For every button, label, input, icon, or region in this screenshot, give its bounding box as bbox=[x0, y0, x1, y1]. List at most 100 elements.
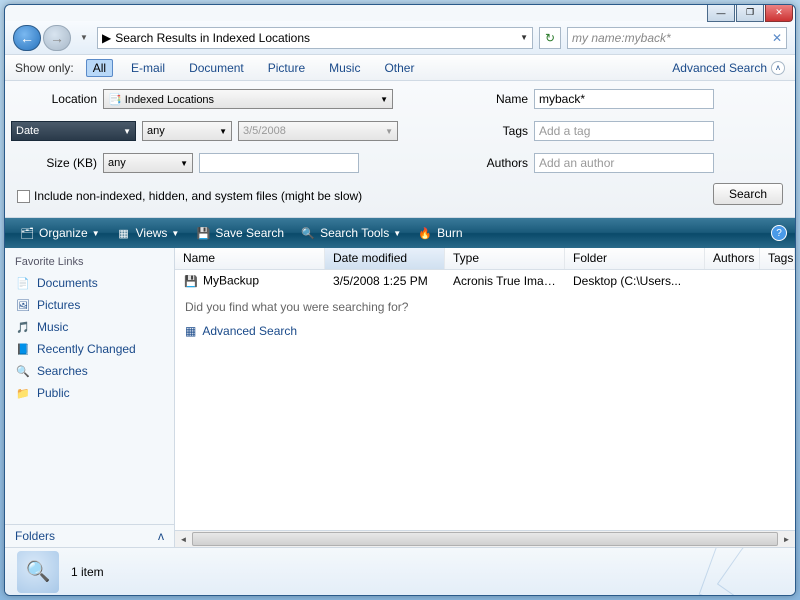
chevron-up-icon: ʌ bbox=[158, 529, 164, 543]
maximize-button[interactable]: ❐ bbox=[736, 4, 764, 22]
address-dropdown-icon[interactable]: ▼ bbox=[520, 33, 528, 42]
filter-tab-picture[interactable]: Picture bbox=[262, 60, 311, 76]
date-field-select[interactable]: Date▼ bbox=[11, 121, 136, 141]
history-dropdown-icon[interactable]: ▼ bbox=[77, 25, 91, 51]
filter-tab-document[interactable]: Document bbox=[183, 60, 250, 76]
filter-label: Show only: bbox=[15, 61, 74, 75]
cell-folder: Desktop (C:\Users... bbox=[565, 274, 705, 288]
column-header-date-modified[interactable]: Date modified bbox=[325, 248, 445, 269]
location-select[interactable]: 📑 Indexed Locations▼ bbox=[103, 89, 393, 109]
help-button[interactable]: ? bbox=[771, 225, 787, 241]
scroll-thumb[interactable] bbox=[192, 532, 778, 546]
tags-input[interactable]: Add a tag bbox=[534, 121, 714, 141]
column-header-tags[interactable]: Tags bbox=[760, 248, 795, 269]
minimize-button[interactable]: — bbox=[707, 4, 735, 22]
search-results-icon: 🔍 bbox=[17, 551, 59, 593]
include-hidden-label: Include non-indexed, hidden, and system … bbox=[34, 189, 362, 203]
burn-button[interactable]: 🔥Burn bbox=[411, 222, 468, 244]
include-hidden-checkbox[interactable] bbox=[17, 190, 30, 203]
name-label: Name bbox=[478, 92, 528, 106]
filter-tab-other[interactable]: Other bbox=[378, 60, 420, 76]
folder-icon: 🎵 bbox=[15, 319, 31, 335]
sidebar-link-label: Documents bbox=[37, 276, 98, 290]
forward-button[interactable]: → bbox=[43, 25, 71, 51]
organize-button[interactable]: 🗂Organize▼ bbox=[13, 222, 106, 244]
item-count: 1 item bbox=[71, 565, 104, 579]
navigation-bar: ← → ▼ ▶ Search Results in Indexed Locati… bbox=[5, 21, 795, 55]
sidebar-link-documents[interactable]: 📄 Documents bbox=[15, 272, 164, 294]
size-operator-select[interactable]: any▼ bbox=[103, 153, 193, 173]
cell-name: 💾MyBackup bbox=[175, 273, 325, 289]
sidebar: Favorite Links 📄 Documents 🖼 Pictures 🎵 Music… bbox=[5, 248, 175, 547]
column-header-folder[interactable]: Folder bbox=[565, 248, 705, 269]
sidebar-link-label: Pictures bbox=[37, 298, 80, 312]
authors-label: Authors bbox=[478, 156, 528, 170]
search-input-value: my name:myback* bbox=[572, 31, 671, 45]
breadcrumb-sep-icon: ▶ bbox=[102, 31, 111, 45]
column-header-name[interactable]: Name bbox=[175, 248, 325, 269]
window-controls: — ❐ ✕ bbox=[707, 4, 795, 23]
folder-icon: 📁 bbox=[15, 385, 31, 401]
decorative-swoosh bbox=[675, 547, 795, 595]
result-row[interactable]: 💾MyBackup3/5/2008 1:25 PMAcronis True Im… bbox=[175, 270, 795, 292]
command-toolbar: 🗂Organize▼ ▦Views▼ 💾Save Search 🔍Search … bbox=[5, 218, 795, 248]
search-button[interactable]: Search bbox=[713, 183, 783, 205]
cell-type: Acronis True Imag... bbox=[445, 274, 565, 288]
authors-input[interactable]: Add an author bbox=[534, 153, 714, 173]
folders-toggle[interactable]: Foldersʌ bbox=[5, 524, 174, 547]
views-button[interactable]: ▦Views▼ bbox=[110, 222, 186, 244]
search-prompt: Did you find what you were searching for… bbox=[175, 292, 795, 322]
close-button[interactable]: ✕ bbox=[765, 4, 793, 22]
sidebar-link-label: Recently Changed bbox=[37, 342, 136, 356]
column-header-authors[interactable]: Authors bbox=[705, 248, 760, 269]
file-icon: 💾 bbox=[183, 273, 199, 289]
back-button[interactable]: ← bbox=[13, 25, 41, 51]
tags-label: Tags bbox=[478, 124, 528, 138]
views-icon: ▦ bbox=[116, 225, 132, 241]
advanced-search-label: Advanced Search bbox=[672, 61, 767, 75]
location-label: Location bbox=[17, 92, 97, 106]
results-pane: NameDate modifiedTypeFolderAuthorsTags 💾… bbox=[175, 248, 795, 547]
search-input[interactable]: my name:myback* ✕ bbox=[567, 27, 787, 49]
filter-tab-music[interactable]: Music bbox=[323, 60, 366, 76]
size-value-input[interactable] bbox=[199, 153, 359, 173]
filter-tab-all[interactable]: All bbox=[86, 59, 113, 77]
advanced-search-toggle[interactable]: Advanced Search ʌ bbox=[672, 61, 785, 75]
burn-icon: 🔥 bbox=[417, 225, 433, 241]
folder-icon: 🔍 bbox=[15, 363, 31, 379]
scroll-right-icon[interactable]: ► bbox=[778, 531, 795, 547]
column-header-type[interactable]: Type bbox=[445, 248, 565, 269]
sidebar-link-searches[interactable]: 🔍 Searches bbox=[15, 360, 164, 382]
sidebar-link-public[interactable]: 📁 Public bbox=[15, 382, 164, 404]
advanced-search-icon: ▦ bbox=[185, 324, 196, 338]
date-operator-select[interactable]: any▼ bbox=[142, 121, 232, 141]
folder-icon: 🖼 bbox=[15, 297, 31, 313]
breadcrumb-text: Search Results in Indexed Locations bbox=[115, 31, 310, 45]
scroll-left-icon[interactable]: ◄ bbox=[175, 531, 192, 547]
sidebar-link-label: Music bbox=[37, 320, 68, 334]
sidebar-link-recently-changed[interactable]: 📘 Recently Changed bbox=[15, 338, 164, 360]
column-headers: NameDate modifiedTypeFolderAuthorsTags bbox=[175, 248, 795, 270]
save-search-button[interactable]: 💾Save Search bbox=[189, 222, 290, 244]
clear-search-icon[interactable]: ✕ bbox=[772, 31, 782, 45]
folder-icon: 📘 bbox=[15, 341, 31, 357]
address-bar[interactable]: ▶ Search Results in Indexed Locations ▼ bbox=[97, 27, 533, 49]
favorite-links-header: Favorite Links bbox=[5, 248, 174, 272]
search-tools-button[interactable]: 🔍Search Tools▼ bbox=[294, 222, 407, 244]
sidebar-link-pictures[interactable]: 🖼 Pictures bbox=[15, 294, 164, 316]
size-label: Size (KB) bbox=[17, 156, 97, 170]
sidebar-link-label: Public bbox=[37, 386, 70, 400]
status-bar: 🔍 1 item bbox=[5, 547, 795, 595]
name-input[interactable]: myback* bbox=[534, 89, 714, 109]
filter-tab-email[interactable]: E-mail bbox=[125, 60, 171, 76]
sidebar-link-label: Searches bbox=[37, 364, 88, 378]
horizontal-scrollbar[interactable]: ◄ ► bbox=[175, 530, 795, 547]
folder-icon: 📄 bbox=[15, 275, 31, 291]
refresh-button[interactable]: ↻ bbox=[539, 27, 561, 49]
date-value-select[interactable]: 3/5/2008▼ bbox=[238, 121, 398, 141]
save-icon: 💾 bbox=[195, 225, 211, 241]
search-tools-icon: 🔍 bbox=[300, 225, 316, 241]
sidebar-link-music[interactable]: 🎵 Music bbox=[15, 316, 164, 338]
advanced-search-link[interactable]: ▦ Advanced Search bbox=[175, 322, 795, 340]
cell-date-modified: 3/5/2008 1:25 PM bbox=[325, 274, 445, 288]
